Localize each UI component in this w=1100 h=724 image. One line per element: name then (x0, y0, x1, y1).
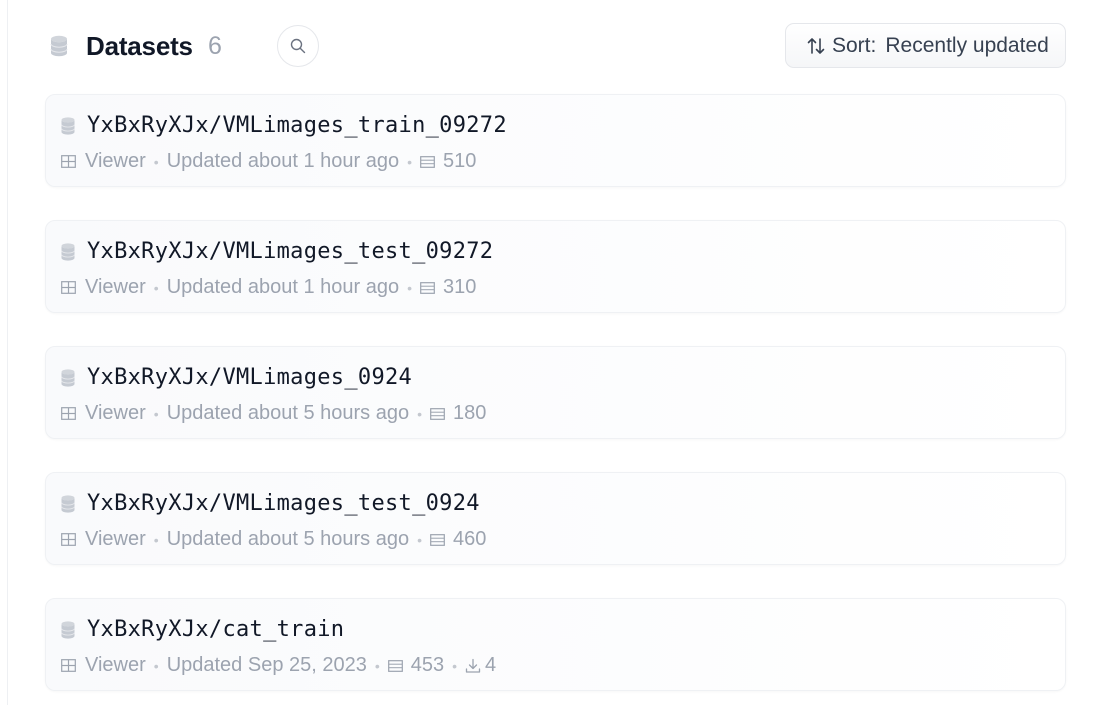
dataset-count: 6 (208, 32, 222, 60)
sort-label: Sort: (832, 33, 877, 57)
datasets-header: Datasets 6 Sort: Recently updated (48, 23, 1066, 68)
database-icon (50, 35, 68, 57)
table-icon (61, 155, 76, 168)
separator-dot: • (153, 153, 159, 170)
table-icon (61, 533, 76, 546)
database-icon (61, 495, 75, 513)
viewer-label[interactable]: Viewer (85, 150, 146, 173)
database-icon (61, 243, 75, 261)
viewer-label[interactable]: Viewer (85, 276, 146, 299)
dataset-name-link[interactable]: YxBxRyXJx/VMLimages_test_09272 (87, 239, 493, 264)
separator-dot: • (417, 405, 423, 422)
row-count: 460 (453, 528, 487, 550)
row-count: 310 (443, 276, 477, 298)
dataset-meta: Viewer • Updated about 1 hour ago • 310 (61, 276, 476, 299)
table-icon (61, 407, 76, 420)
dataset-card[interactable]: YxBxRyXJx/VMLimages_test_09272 Viewer • … (45, 220, 1066, 313)
page-title: Datasets (86, 31, 193, 61)
updated-time: Updated Sep 25, 2023 (166, 654, 367, 676)
row-count: 180 (453, 402, 487, 424)
separator-dot: • (153, 531, 159, 548)
rows-icon (420, 155, 435, 168)
dataset-name-link[interactable]: YxBxRyXJx/cat_train (87, 617, 344, 642)
database-icon (61, 369, 75, 387)
separator-dot: • (417, 531, 423, 548)
sort-value: Recently updated (885, 33, 1049, 57)
dataset-name-link[interactable]: YxBxRyXJx/VMLimages_train_09272 (87, 113, 507, 138)
dataset-card[interactable]: YxBxRyXJx/VMLimages_0924 Viewer • Update… (45, 346, 1066, 439)
separator-dot: • (153, 657, 159, 674)
viewer-label[interactable]: Viewer (85, 654, 146, 677)
separator-dot: • (374, 657, 380, 674)
search-icon (290, 38, 306, 54)
sidebar-divider (0, 0, 8, 705)
dataset-name-link[interactable]: YxBxRyXJx/VMLimages_0924 (87, 365, 412, 390)
table-icon (61, 659, 76, 672)
separator-dot: • (407, 153, 413, 170)
rows-icon (430, 533, 445, 546)
table-icon (61, 281, 76, 294)
dataset-name-link[interactable]: YxBxRyXJx/VMLimages_test_0924 (87, 491, 480, 516)
dataset-meta: Viewer • Updated about 1 hour ago • 510 (61, 150, 476, 173)
download-icon (465, 658, 481, 673)
dataset-card[interactable]: YxBxRyXJx/VMLimages_train_09272 Viewer •… (45, 94, 1066, 187)
row-count: 510 (443, 150, 477, 172)
updated-time: Updated about 1 hour ago (166, 276, 400, 298)
rows-icon (430, 407, 445, 420)
download-count: 4 (485, 654, 497, 676)
dataset-list: YxBxRyXJx/VMLimages_train_09272 Viewer •… (45, 94, 1066, 724)
sort-arrows-icon (807, 37, 825, 54)
row-count: 453 (410, 654, 445, 676)
updated-time: Updated about 5 hours ago (166, 528, 410, 550)
database-icon (61, 117, 75, 135)
dataset-meta: Viewer • Updated about 5 hours ago • 180 (61, 402, 486, 425)
dataset-meta: Viewer • Updated about 5 hours ago • 460 (61, 528, 486, 551)
rows-icon (387, 659, 403, 672)
updated-time: Updated about 1 hour ago (166, 150, 400, 172)
updated-time: Updated about 5 hours ago (166, 402, 410, 424)
separator-dot: • (452, 657, 458, 674)
dataset-card[interactable]: YxBxRyXJx/cat_train Viewer • Updated Sep… (45, 598, 1066, 691)
separator-dot: • (407, 279, 413, 296)
separator-dot: • (153, 405, 159, 422)
dataset-card[interactable]: YxBxRyXJx/VMLimages_test_0924 Viewer • U… (45, 472, 1066, 565)
database-icon (61, 621, 75, 639)
viewer-label[interactable]: Viewer (85, 528, 146, 551)
search-button[interactable] (277, 25, 319, 67)
separator-dot: • (153, 279, 159, 296)
dataset-meta: Viewer • Updated Sep 25, 2023 • 453 • 4 (61, 654, 496, 677)
sort-button[interactable]: Sort: Recently updated (785, 23, 1066, 68)
viewer-label[interactable]: Viewer (85, 402, 146, 425)
rows-icon (420, 281, 435, 294)
